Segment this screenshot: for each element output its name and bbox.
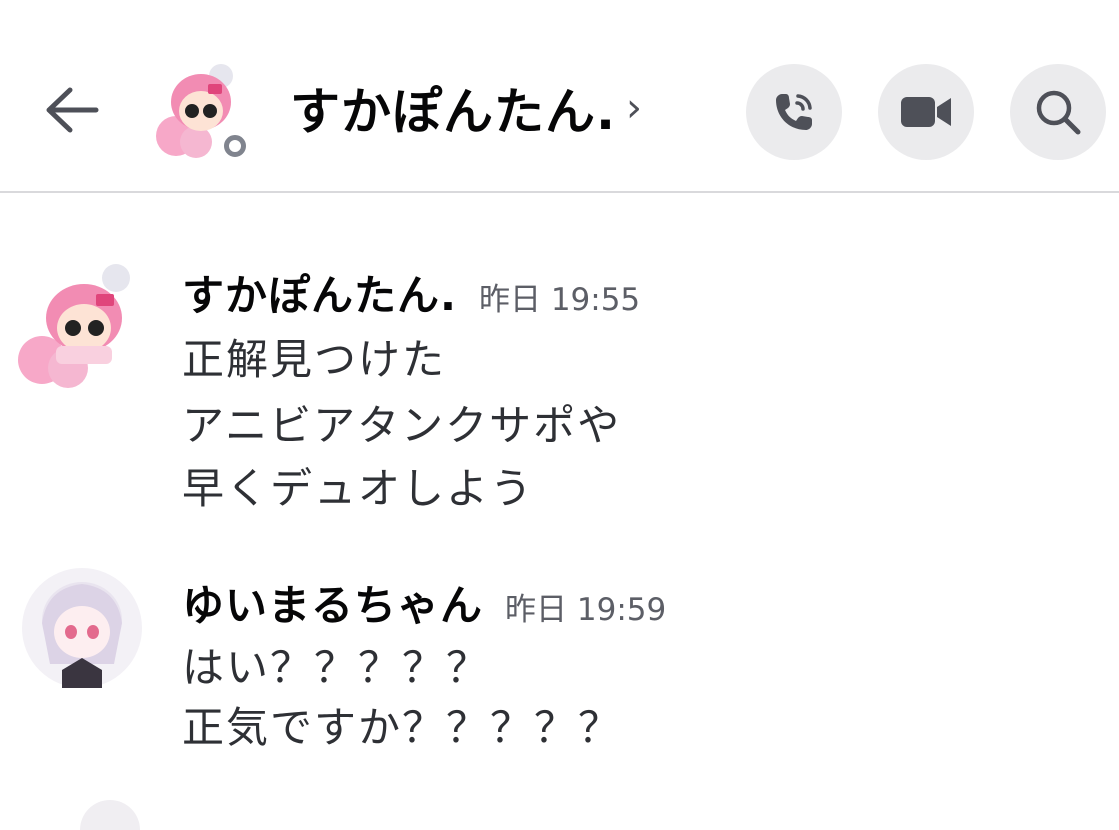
partial-avatar bbox=[80, 800, 140, 830]
video-camera-icon bbox=[901, 97, 951, 127]
chevron-right-icon: › bbox=[626, 85, 642, 131]
author-name[interactable]: すかぽんたん. bbox=[182, 262, 457, 323]
message-timestamp: 昨日 19:55 bbox=[478, 282, 641, 318]
message-text-line: 正気ですか？？？？？ bbox=[182, 703, 623, 752]
message-header: すかぽんたん. 昨日 19:55 bbox=[182, 262, 640, 323]
video-call-button[interactable] bbox=[878, 64, 974, 160]
message-text-line: 早くデュオしよう bbox=[182, 464, 535, 513]
author-avatar[interactable] bbox=[16, 262, 144, 390]
voice-call-button[interactable] bbox=[746, 64, 842, 160]
channel-title-button[interactable]: すかぽんたん. › bbox=[290, 72, 642, 144]
back-button[interactable] bbox=[36, 80, 106, 140]
search-icon bbox=[1036, 90, 1081, 135]
arrow-left-icon bbox=[46, 87, 99, 133]
message-text-line: アニビアタンクサポや bbox=[182, 401, 622, 450]
message-header: ゆいまるちゃん 昨日 19:59 bbox=[182, 572, 666, 633]
offline-status-indicator bbox=[221, 132, 249, 160]
message-text-line: はい？？？？？ bbox=[182, 643, 491, 692]
message-text-line: 正解見つけた bbox=[182, 335, 447, 384]
message-timestamp: 昨日 19:59 bbox=[505, 592, 667, 628]
search-button[interactable] bbox=[1010, 64, 1106, 160]
chat-header: すかぽんたん. › bbox=[0, 0, 1119, 193]
author-name[interactable]: ゆいまるちゃん bbox=[182, 572, 483, 633]
phone-call-icon bbox=[776, 94, 812, 130]
author-avatar[interactable] bbox=[22, 568, 142, 688]
channel-title: すかぽんたん. bbox=[290, 83, 616, 141]
